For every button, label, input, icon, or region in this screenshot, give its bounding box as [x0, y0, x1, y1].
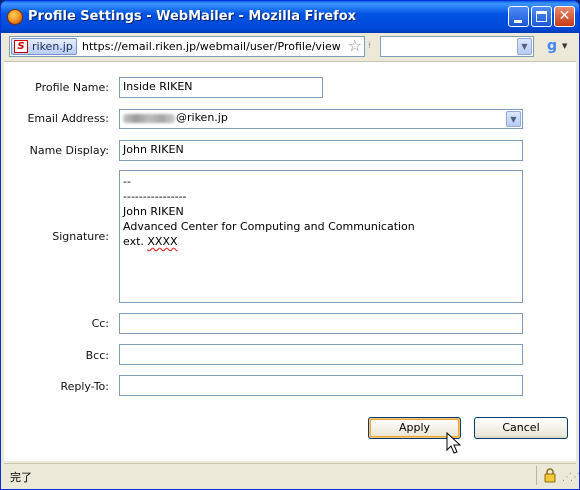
- browser-window: Profile Settings - WebMailer - Mozilla F…: [0, 0, 580, 490]
- email-dropdown-icon[interactable]: ▼: [506, 111, 521, 127]
- search-dropdown-icon[interactable]: ▼: [517, 38, 532, 55]
- maximize-icon: [536, 11, 547, 22]
- url-text: https://email.riken.jp/webmail/user/Prof…: [82, 40, 340, 53]
- riken-logo-icon: S: [14, 40, 28, 53]
- minimize-button[interactable]: [508, 6, 529, 27]
- cc-field[interactable]: [119, 313, 523, 334]
- resize-grip-icon[interactable]: ⋰⋰: [562, 472, 579, 483]
- window-title: Profile Settings - WebMailer - Mozilla F…: [28, 9, 357, 24]
- name-display-label: Name Display:: [29, 144, 109, 157]
- signature-line: Advanced Center for Computing and Commun…: [123, 220, 415, 233]
- close-button[interactable]: ✕: [554, 6, 575, 27]
- toolbar-grip-icon[interactable]: ⟊: [368, 40, 371, 51]
- status-bar: 完了 ⋰⋰: [4, 463, 579, 487]
- address-bar[interactable]: S riken.jp https://email.riken.jp/webmai…: [9, 36, 365, 57]
- status-divider: [536, 466, 537, 485]
- email-address-select[interactable]: @riken.jp ▼: [119, 109, 523, 129]
- signature-ext-label: ext.: [123, 235, 148, 248]
- maximize-button[interactable]: [531, 6, 552, 27]
- signature-label: Signature:: [52, 230, 109, 243]
- minimize-icon: [514, 20, 522, 23]
- bookmark-star-icon[interactable]: ☆: [348, 37, 362, 55]
- name-display-field[interactable]: John RIKEN: [119, 140, 523, 161]
- close-icon: ✕: [558, 8, 571, 24]
- signature-line: ----------------: [123, 190, 187, 203]
- signature-line: --: [123, 175, 131, 188]
- bcc-label: Bcc:: [85, 349, 109, 362]
- signature-line: ext. XXXX: [123, 234, 519, 249]
- search-input[interactable]: ▼: [380, 36, 534, 57]
- redacted-email-user: [123, 113, 175, 123]
- firefox-icon: [7, 9, 23, 25]
- signature-line: John RIKEN: [123, 205, 184, 218]
- navigation-bar: S riken.jp https://email.riken.jp/webmai…: [4, 33, 576, 59]
- lock-icon[interactable]: [544, 468, 556, 483]
- site-identity-button[interactable]: S riken.jp: [11, 38, 77, 55]
- cancel-button[interactable]: Cancel: [474, 417, 568, 439]
- email-domain: @riken.jp: [176, 111, 228, 124]
- google-search-engine-icon[interactable]: g: [544, 38, 560, 54]
- email-address-label: Email Address:: [27, 112, 109, 125]
- profile-name-label: Profile Name:: [35, 81, 109, 94]
- signature-ext-number: XXXX: [147, 235, 178, 248]
- signature-textarea[interactable]: -- ---------------- John RIKEN Advanced Cen…: [119, 170, 523, 303]
- cc-label: Cc:: [91, 317, 109, 330]
- status-text: 完了: [10, 471, 32, 484]
- profile-name-field[interactable]: Inside RIKEN: [119, 77, 323, 98]
- mouse-cursor-icon: [446, 432, 462, 454]
- title-bar: Profile Settings - WebMailer - Mozilla F…: [1, 1, 579, 33]
- reply-to-field[interactable]: [119, 375, 523, 396]
- bcc-field[interactable]: [119, 344, 523, 365]
- page-content: Profile Name: Inside RIKEN Email Address…: [4, 61, 576, 461]
- search-engine-caret-icon[interactable]: ▼: [562, 42, 567, 50]
- reply-to-label: Reply-To:: [60, 380, 109, 393]
- site-identity-label: riken.jp: [32, 40, 73, 53]
